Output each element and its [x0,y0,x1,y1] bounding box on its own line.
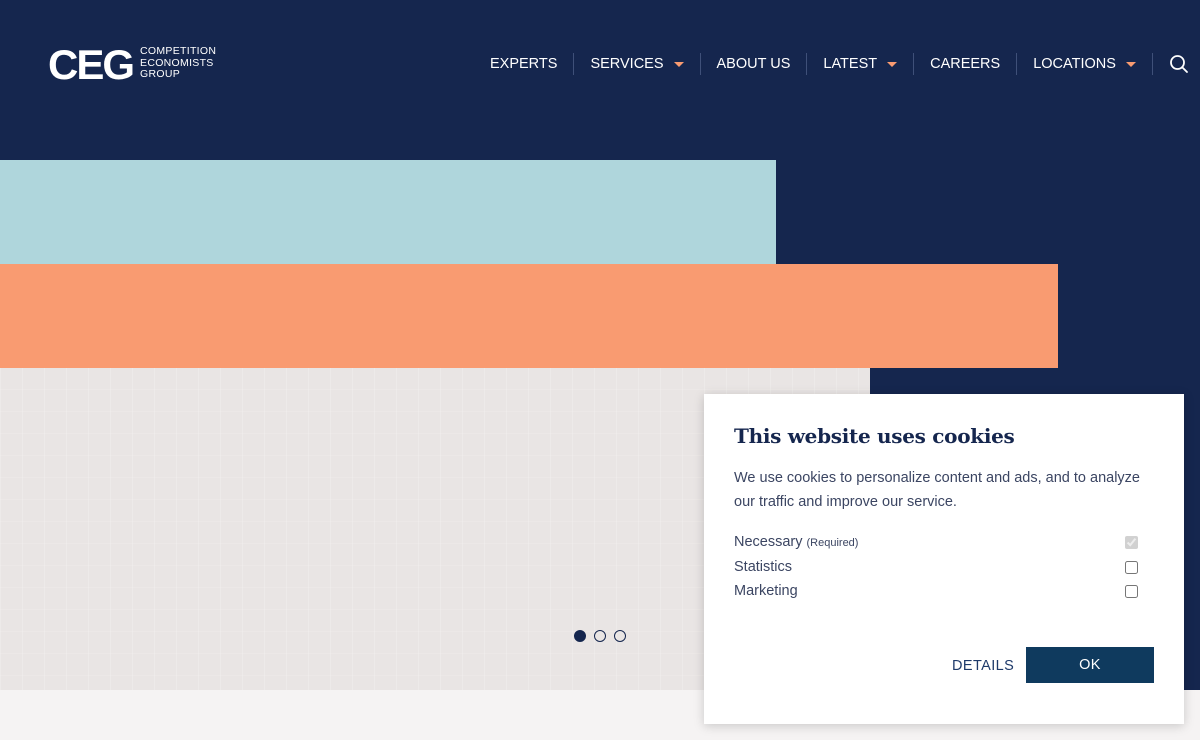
cookie-dialog-title: This website uses cookies [734,424,1015,448]
nav-item-label: LATEST [823,56,878,72]
nav-item-label: SERVICES [590,56,664,72]
carousel-dot[interactable] [594,630,606,642]
nav-item-label: LOCATIONS [1033,56,1116,72]
cookie-option-necessary: Necessary (Required) [734,534,1138,550]
logo-mark: CEG [48,41,135,88]
logo-line: COMPETITION [140,45,217,57]
search-icon [1170,55,1188,73]
chevron-down-icon [673,61,684,67]
statistics-checkbox[interactable] [1125,560,1138,574]
option-label: Statistics [734,559,793,575]
cookie-dialog-body: We use cookies to personalize content an… [734,470,1140,510]
nav-item-experts[interactable]: EXPERTS [474,53,573,75]
option-label: Necessary (Required) [734,534,858,550]
carousel-pagination [574,630,626,642]
option-label-text: Necessary [734,534,803,550]
nav-item-services[interactable]: SERVICES [573,53,699,75]
ok-button[interactable]: OK [1026,647,1154,683]
ceg-logo[interactable]: CEG COMPETITION ECONOMISTS GROUP [48,41,217,88]
necessary-checkbox [1125,535,1138,549]
cookie-option-marketing: Marketing [734,583,1138,599]
hero-band-blue [0,160,776,264]
nav-item-careers[interactable]: CAREERS [913,53,1016,75]
main-nav: EXPERTS SERVICES ABOUT US LATEST CAREERS… [474,50,1189,78]
cookie-consent-dialog: This website uses cookies We use cookies… [704,394,1184,724]
nav-item-label: ABOUT US [716,56,791,72]
nav-item-locations[interactable]: LOCATIONS [1016,53,1152,75]
marketing-checkbox[interactable] [1125,584,1138,598]
search-button[interactable] [1151,53,1189,75]
logo-wordmark: COMPETITION ECONOMISTS GROUP [140,45,217,81]
cookie-option-statistics: Statistics [734,559,1138,575]
nav-item-label: EXPERTS [490,56,558,72]
carousel-dot[interactable] [614,630,626,642]
nav-item-label: CAREERS [930,56,1001,72]
carousel-dot[interactable] [574,630,586,642]
chevron-down-icon [887,61,898,67]
logo-line: GROUP [140,68,181,80]
details-button[interactable]: DETAILS [952,658,1014,674]
required-note: (Required) [806,537,859,549]
nav-item-latest[interactable]: LATEST [806,53,913,75]
nav-item-about-us[interactable]: ABOUT US [699,53,807,75]
chevron-down-icon [1125,61,1136,67]
option-label: Marketing [734,583,798,599]
hero-band-orange [0,264,1058,368]
